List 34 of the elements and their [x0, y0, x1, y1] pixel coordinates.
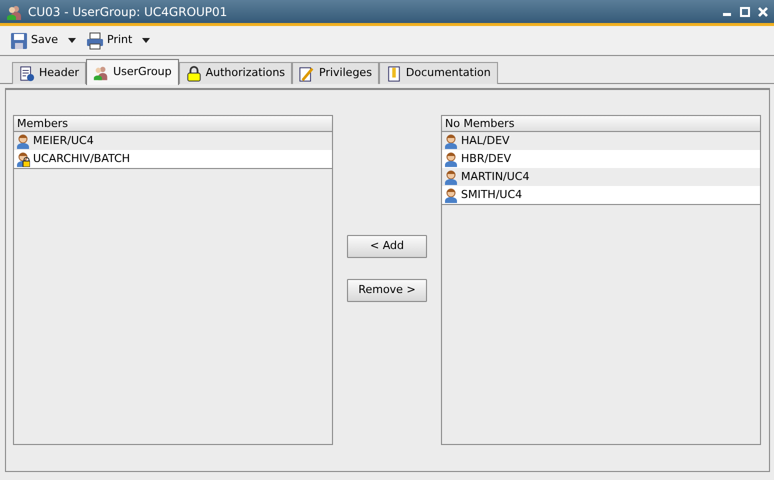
list-item[interactable]: MEIER/UC4 — [33, 132, 94, 150]
book-icon — [386, 66, 402, 82]
caret-icon[interactable] — [142, 38, 150, 43]
list-item[interactable]: SMITH/UC4 — [461, 186, 522, 204]
user-icon — [444, 188, 458, 202]
column-header[interactable]: No Members — [442, 116, 760, 132]
save-icon — [10, 32, 28, 50]
caret-icon[interactable] — [68, 38, 76, 43]
column-header[interactable]: Members — [14, 116, 332, 132]
user-group-icon — [6, 4, 22, 20]
locked-user-icon — [16, 152, 30, 166]
add-button[interactable]: < Add — [347, 234, 427, 258]
user-icon — [16, 134, 30, 148]
list-item[interactable]: MARTIN/UC4 — [461, 168, 530, 186]
tab[interactable]: Documentation — [378, 62, 498, 84]
tab[interactable]: UserGroup — [86, 59, 179, 85]
maximize-icon[interactable] — [740, 6, 750, 16]
printer-icon — [86, 32, 104, 50]
list-item[interactable]: HAL/DEV — [461, 132, 510, 150]
padlock-icon — [186, 66, 202, 82]
user-group-icon — [93, 64, 110, 80]
window-title: CU03 - UserGroup: UC4GROUP01 — [28, 4, 228, 20]
user-icon — [444, 134, 458, 148]
tab[interactable]: Authorizations — [178, 62, 292, 84]
save-button[interactable]: Save — [10, 32, 58, 50]
remove-button[interactable]: Remove > — [347, 278, 427, 302]
document-info-icon — [19, 66, 35, 82]
tab[interactable]: Privileges — [292, 62, 379, 84]
user-icon — [444, 152, 458, 166]
print-button[interactable]: Print — [86, 32, 132, 50]
close-icon[interactable] — [758, 6, 768, 16]
user-icon — [444, 170, 458, 184]
tab[interactable]: Header — [12, 62, 86, 84]
list-item[interactable]: HBR/DEV — [461, 150, 512, 168]
